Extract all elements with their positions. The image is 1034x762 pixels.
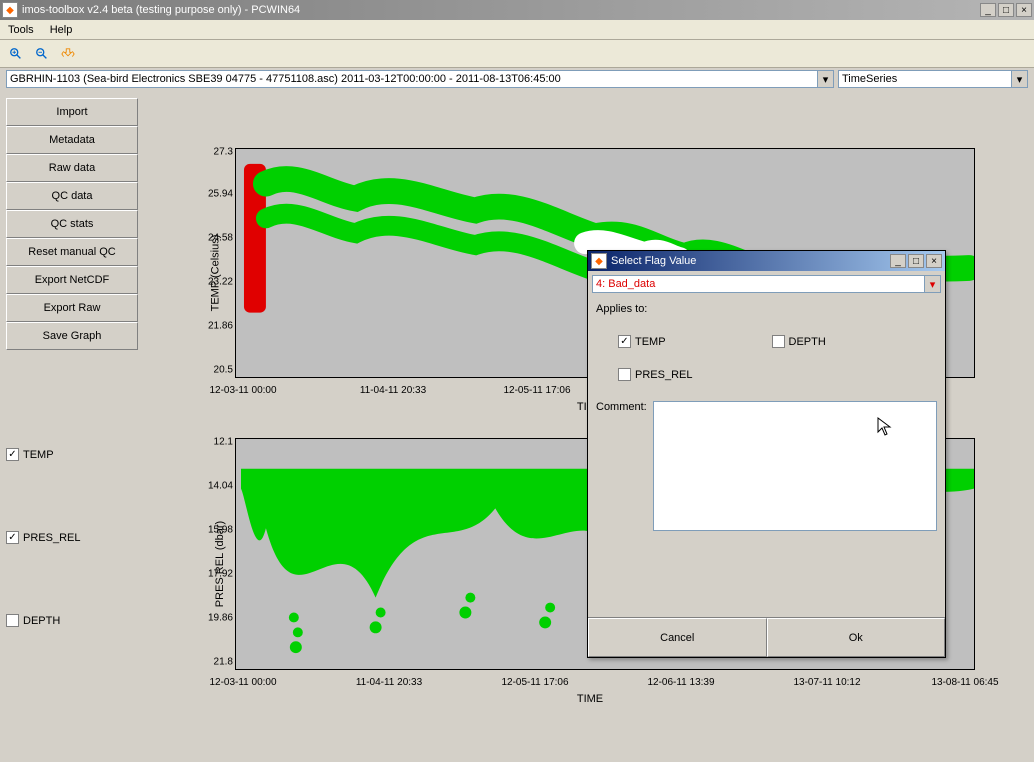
minimize-button[interactable]: _	[980, 3, 996, 17]
window-title: imos-toolbox v2.4 beta (testing purpose …	[22, 4, 980, 16]
comment-label: Comment:	[596, 401, 647, 531]
applies-label: Applies to:	[588, 297, 945, 321]
checkbox-icon: ✓	[618, 335, 631, 348]
dialog-minimize-button[interactable]: _	[890, 254, 906, 268]
qc-stats-button[interactable]: QC stats	[6, 210, 138, 238]
reset-manual-qc-button[interactable]: Reset manual QC	[6, 238, 138, 266]
flag-select[interactable]: 4: Bad_data ▾	[592, 275, 941, 293]
applies-depth[interactable]: DEPTH	[772, 335, 916, 348]
dataset-row: GBRHIN-1103 (Sea-bird Electronics SBE39 …	[0, 68, 1034, 90]
save-graph-button[interactable]: Save Graph	[6, 322, 138, 350]
app-icon: ◆	[591, 253, 607, 269]
temp-ylabel: TEMP (Celsius)	[209, 235, 221, 312]
chevron-down-icon: ▾	[817, 71, 833, 87]
checkbox-icon	[618, 368, 631, 381]
applies-pres-rel[interactable]: PRES_REL	[618, 368, 762, 381]
dialog-titlebar[interactable]: ◆ Select Flag Value _ □ ×	[588, 251, 945, 271]
flag-value: 4: Bad_data	[596, 278, 655, 290]
pan-button[interactable]	[58, 44, 78, 64]
menu-tools[interactable]: Tools	[4, 22, 38, 38]
dialog-maximize-button[interactable]: □	[908, 254, 924, 268]
checkbox-icon	[6, 614, 19, 627]
viewmode-value: TimeSeries	[842, 73, 897, 85]
export-netcdf-button[interactable]: Export NetCDF	[6, 266, 138, 294]
select-flag-dialog: ◆ Select Flag Value _ □ × 4: Bad_data ▾ …	[587, 250, 946, 658]
menu-help[interactable]: Help	[46, 22, 77, 38]
checkbox-icon: ✓	[6, 531, 19, 544]
dialog-close-button[interactable]: ×	[926, 254, 942, 268]
export-raw-button[interactable]: Export Raw	[6, 294, 138, 322]
param-checks: ✓TEMP ✓PRES_REL DEPTH	[6, 448, 80, 627]
dataset-value: GBRHIN-1103 (Sea-bird Electronics SBE39 …	[10, 73, 561, 85]
checkbox-icon: ✓	[6, 448, 19, 461]
chevron-down-icon: ▾	[924, 276, 940, 292]
app-icon: ◆	[2, 2, 18, 18]
check-pres-rel[interactable]: ✓PRES_REL	[6, 531, 80, 544]
check-depth[interactable]: DEPTH	[6, 614, 80, 627]
dialog-title: Select Flag Value	[611, 255, 890, 267]
chevron-down-icon: ▾	[1011, 71, 1027, 87]
comment-textarea[interactable]	[653, 401, 937, 531]
zoom-in-button[interactable]	[6, 44, 26, 64]
import-button[interactable]: Import	[6, 98, 138, 126]
metadata-button[interactable]: Metadata	[6, 126, 138, 154]
menu-bar: Tools Help	[0, 20, 1034, 40]
qc-data-button[interactable]: QC data	[6, 182, 138, 210]
pres-xlabel: TIME	[577, 693, 603, 705]
maximize-button[interactable]: □	[998, 3, 1014, 17]
zoom-out-button[interactable]	[32, 44, 52, 64]
raw-data-button[interactable]: Raw data	[6, 154, 138, 182]
checkbox-icon	[772, 335, 785, 348]
check-temp[interactable]: ✓TEMP	[6, 448, 80, 461]
action-column: Import Metadata Raw data QC data QC stat…	[6, 98, 138, 350]
viewmode-select[interactable]: TimeSeries ▾	[838, 70, 1028, 88]
toolbar	[0, 40, 1034, 68]
dataset-select[interactable]: GBRHIN-1103 (Sea-bird Electronics SBE39 …	[6, 70, 834, 88]
close-button[interactable]: ×	[1016, 3, 1032, 17]
ok-button[interactable]: Ok	[767, 618, 946, 657]
window-titlebar: ◆ imos-toolbox v2.4 beta (testing purpos…	[0, 0, 1034, 20]
applies-temp[interactable]: ✓TEMP	[618, 335, 762, 348]
cancel-button[interactable]: Cancel	[588, 618, 767, 657]
